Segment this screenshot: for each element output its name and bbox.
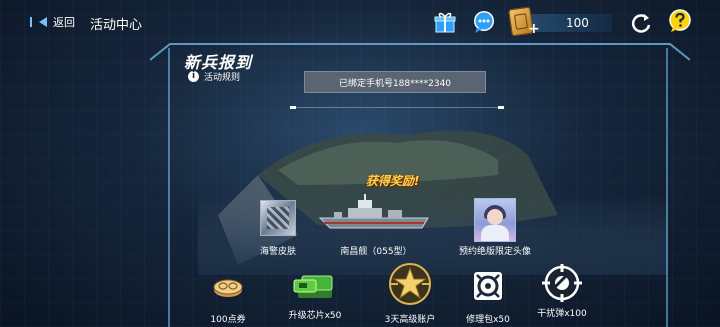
reward-label: 干扰弹x100 [537, 309, 587, 319]
currency-value: 100 [566, 16, 589, 30]
avatar-icon [474, 198, 516, 242]
back-label: 返回 [53, 16, 75, 29]
add-currency-icon[interactable]: + [528, 21, 540, 37]
page-title: 活动中心 [90, 18, 143, 33]
info-icon: i [188, 71, 199, 82]
rules-label: 活动规则 [204, 73, 241, 83]
reward-label: 海警皮肤 [259, 247, 296, 257]
reward-coupon[interactable]: 100点券 [200, 272, 256, 325]
reward-premium[interactable]: 3天高级账户 [378, 262, 442, 325]
refresh-icon[interactable] [630, 12, 652, 34]
jammer-icon [542, 264, 582, 302]
skin-icon [260, 200, 296, 236]
reward-label: 升级芯片x50 [288, 311, 342, 321]
premium-star-icon [389, 263, 431, 305]
chat-icon[interactable] [472, 10, 496, 34]
back-arrow-icon [39, 17, 47, 27]
reward-label: 预约绝版限定头像 [458, 247, 531, 257]
phone-bound-bar: 已绑定手机号188****2340 [304, 71, 486, 93]
reward-repair-kit[interactable]: 修理包x50 [460, 270, 516, 325]
back-button[interactable]: 返回 [30, 14, 75, 30]
chip-icon [293, 275, 333, 298]
repair-kit-icon [474, 272, 502, 300]
rules-button[interactable]: i 活动规则 [188, 70, 240, 83]
reward-label: 修理包x50 [466, 315, 510, 325]
reward-warship[interactable]: 南昌舰（055型） [318, 192, 434, 257]
top-bar: 返回 活动中心 + 100 [0, 0, 720, 46]
reward-label: 南昌舰（055型） [340, 247, 412, 257]
help-icon[interactable] [668, 9, 692, 33]
reward-avatar[interactable]: 预约绝版限定头像 [446, 198, 544, 257]
gift-icon[interactable] [434, 11, 456, 33]
back-bar-icon [30, 17, 32, 27]
reward-label: 3天高级账户 [384, 315, 436, 325]
reward-banner: 获得奖励! [366, 174, 420, 188]
currency-box[interactable]: + 100 [508, 6, 612, 37]
reward-chip[interactable]: 升级芯片x50 [280, 268, 350, 321]
reward-skin[interactable]: 海警皮肤 [250, 200, 306, 257]
reward-label: 100点券 [210, 315, 246, 325]
warship-icon [318, 194, 429, 229]
reward-jammer[interactable]: 干扰弹x100 [530, 264, 594, 319]
phone-bound-text: 已绑定手机号188****2340 [338, 78, 452, 89]
coupon-icon [213, 279, 243, 297]
divider [290, 106, 504, 109]
